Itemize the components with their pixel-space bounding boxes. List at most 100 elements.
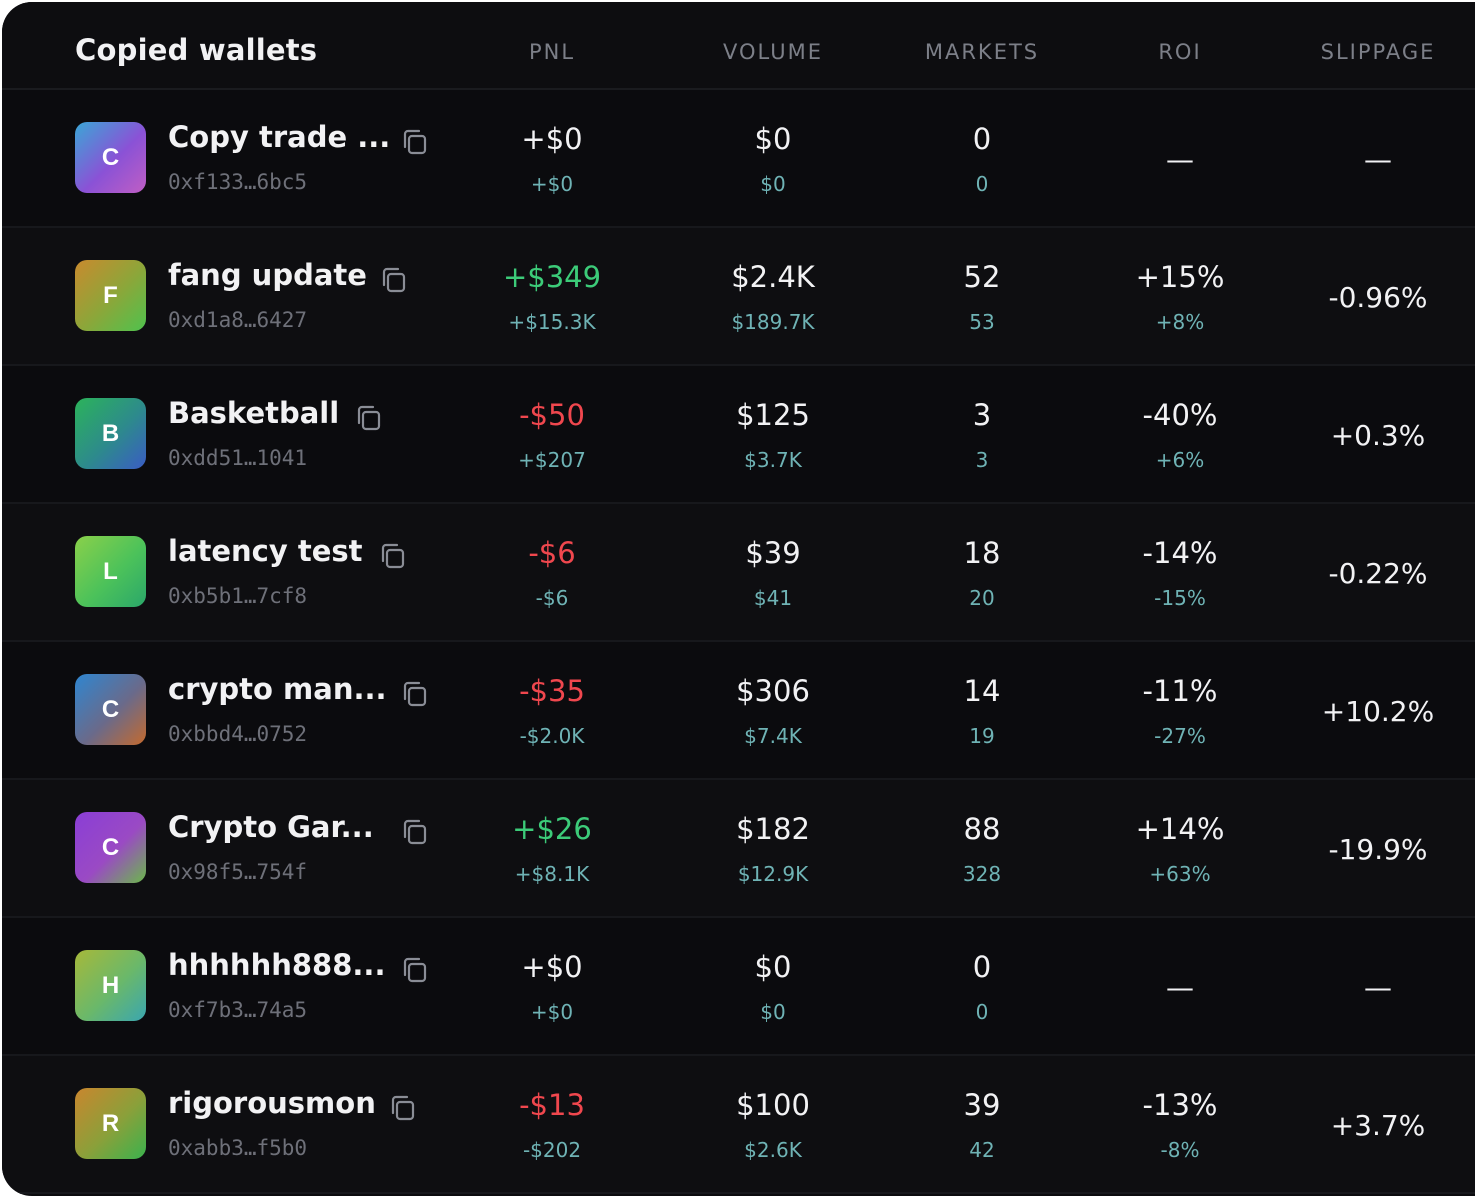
wallet-name[interactable]: hhhhhh888...	[168, 948, 385, 982]
wallet-name[interactable]: crypto man...	[168, 672, 387, 706]
pnl-sub-value: +$0	[530, 172, 574, 196]
wallet-address: 0xf133…6bc5	[168, 170, 308, 194]
wallet-address: 0xd1a8…6427	[168, 308, 308, 332]
roi-value: —	[1166, 971, 1194, 1004]
column-header-slippage[interactable]: SLIPPAGE	[1321, 40, 1436, 64]
pnl-value: +$0	[521, 122, 583, 156]
wallet-avatar: L	[75, 536, 146, 607]
wallet-name[interactable]: latency test	[168, 534, 363, 568]
wallet-name[interactable]: rigorousmon	[168, 1086, 376, 1120]
copy-icon[interactable]	[400, 955, 430, 985]
wallet-row[interactable]: C Copy trade ... 0xf133…6bc5 +$0 +$0 $0 $0 0 0 — —	[2, 90, 1475, 228]
pnl-sub-value: -$2.0K	[519, 724, 585, 748]
wallet-row[interactable]: B Basketball 0xdd51…1041 -$50 +$207 $125 $3.7K…	[2, 366, 1475, 504]
copy-icon[interactable]	[400, 679, 430, 709]
slippage-value: -19.9%	[1328, 833, 1428, 866]
wallet-name[interactable]: Crypto Gar...	[168, 810, 374, 844]
pnl-sub-value: +$0	[530, 1000, 574, 1024]
wallet-address: 0xf7b3…74a5	[168, 998, 308, 1022]
slippage-value: -0.96%	[1328, 281, 1428, 314]
volume-value: $306	[736, 674, 810, 708]
wallet-name[interactable]: Copy trade ...	[168, 120, 390, 154]
volume-sub-value: $0	[760, 172, 786, 196]
roi-value: -40%	[1142, 398, 1218, 432]
pnl-value: -$50	[519, 398, 585, 432]
table-header: Copied wallets PNL VOLUME MARKETS ROI SL…	[2, 2, 1475, 90]
volume-value: $39	[745, 536, 801, 570]
slippage-value: —	[1364, 143, 1392, 176]
wallet-row[interactable]: Rrigorousmon 0xabb3…f5b0 -$13 -$202 $100 $2.6…	[2, 1056, 1475, 1194]
copy-icon[interactable]	[379, 265, 409, 295]
markets-sub-value: 20	[969, 586, 995, 610]
roi-value: +14%	[1135, 812, 1225, 846]
markets-sub-value: 53	[969, 310, 995, 334]
pnl-value: +$0	[521, 950, 583, 984]
roi-value: -14%	[1142, 536, 1218, 570]
copy-icon[interactable]	[388, 1093, 418, 1123]
slippage-value: -0.22%	[1328, 557, 1428, 590]
volume-sub-value: $41	[753, 586, 793, 610]
copy-icon[interactable]	[354, 403, 384, 433]
markets-sub-value: 0	[975, 1000, 989, 1024]
column-header-roi[interactable]: ROI	[1158, 40, 1201, 64]
markets-value: 52	[963, 260, 1001, 294]
wallet-address: 0xdd51…1041	[168, 446, 308, 470]
pnl-sub-value: -$202	[522, 1138, 582, 1162]
markets-sub-value: 42	[969, 1138, 995, 1162]
volume-sub-value: $2.6K	[744, 1138, 802, 1162]
volume-value: $100	[736, 1088, 810, 1122]
roi-sub-value: +8%	[1155, 310, 1205, 334]
roi-sub-value: +63%	[1149, 862, 1211, 886]
roi-sub-value: -8%	[1160, 1138, 1200, 1162]
markets-value: 3	[972, 398, 992, 432]
volume-value: $0	[754, 950, 792, 984]
volume-sub-value: $7.4K	[744, 724, 802, 748]
column-header-markets[interactable]: MARKETS	[925, 40, 1039, 64]
volume-sub-value: $3.7K	[744, 448, 802, 472]
wallet-row[interactable]: Ccrypto man... 0xbbd4…0752 -$35 -$2.0K $306 $…	[2, 642, 1475, 780]
pnl-sub-value: +$15.3K	[508, 310, 596, 334]
wallet-name[interactable]: fang update	[168, 258, 367, 292]
roi-value: -13%	[1142, 1088, 1218, 1122]
copy-icon[interactable]	[378, 541, 408, 571]
volume-sub-value: $189.7K	[731, 310, 815, 334]
roi-value: +15%	[1135, 260, 1225, 294]
markets-value: 0	[972, 950, 992, 984]
wallet-avatar: R	[75, 1088, 146, 1159]
copy-icon[interactable]	[400, 127, 430, 157]
markets-value: 14	[963, 674, 1001, 708]
wallet-row[interactable]: Ffang update 0xd1a8…6427 +$349 +$15.3K $2.4K…	[2, 228, 1475, 366]
markets-value: 18	[963, 536, 1001, 570]
roi-sub-value: -27%	[1154, 724, 1206, 748]
pnl-sub-value: +$8.1K	[514, 862, 590, 886]
table-title: Copied wallets	[75, 33, 318, 67]
pnl-value: +$26	[512, 812, 592, 846]
wallet-avatar: C	[75, 812, 146, 883]
pnl-sub-value: +$207	[518, 448, 586, 472]
wallet-name[interactable]: Basketball	[168, 396, 339, 430]
pnl-value: -$6	[528, 536, 576, 570]
markets-value: 39	[963, 1088, 1001, 1122]
markets-sub-value: 3	[975, 448, 989, 472]
wallet-address: 0xb5b1…7cf8	[168, 584, 308, 608]
wallet-row[interactable]: Llatency test 0xb5b1…7cf8 -$6 -$6 $39 $41 18 20…	[2, 504, 1475, 642]
wallet-address: 0xbbd4…0752	[168, 722, 308, 746]
wallet-row[interactable]: Hhhhhhh888... 0xf7b3…74a5 +$0 +$0 $0 $0 0 0 — —	[2, 918, 1475, 1056]
slippage-value: +10.2%	[1321, 695, 1435, 728]
wallet-avatar: F	[75, 260, 146, 331]
column-header-pnl[interactable]: PNL	[529, 40, 575, 64]
volume-value: $125	[736, 398, 810, 432]
wallet-avatar: B	[75, 398, 146, 469]
wallet-row[interactable]: C Crypto Gar... 0x98f5…754f +$26 +$8.1K $182 $…	[2, 780, 1475, 918]
volume-sub-value: $12.9K	[737, 862, 809, 886]
pnl-sub-value: -$6	[535, 586, 569, 610]
slippage-value: —	[1364, 971, 1392, 1004]
roi-sub-value: +6%	[1155, 448, 1205, 472]
copy-icon[interactable]	[400, 817, 430, 847]
column-header-volume[interactable]: VOLUME	[723, 40, 823, 64]
markets-value: 0	[972, 122, 992, 156]
pnl-value: -$13	[519, 1088, 585, 1122]
wallet-avatar: H	[75, 950, 146, 1021]
wallet-avatar: C	[75, 674, 146, 745]
slippage-value: +0.3%	[1330, 419, 1426, 452]
